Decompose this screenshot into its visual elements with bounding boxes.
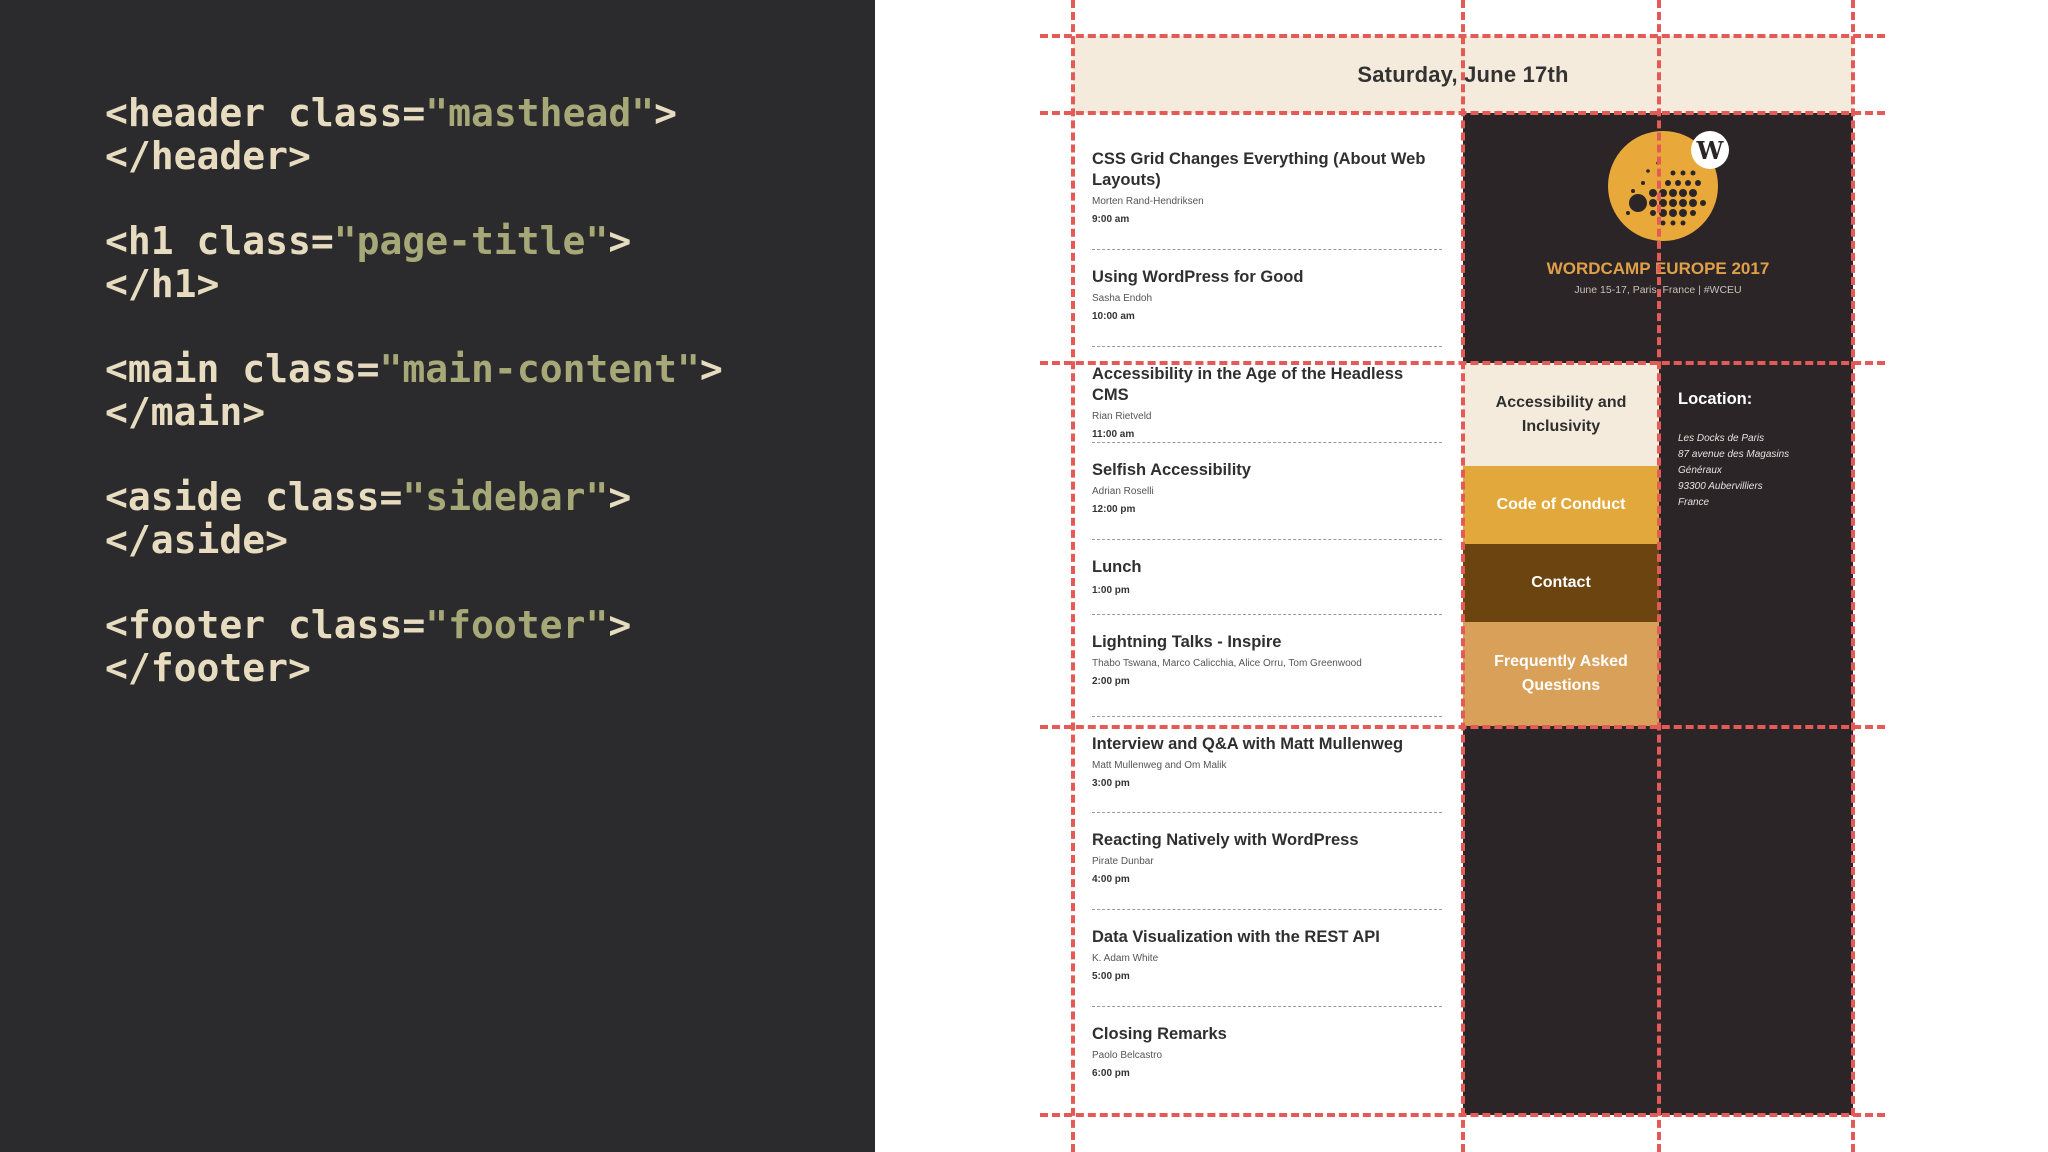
code-open-tag: <aside class="sidebar"> <box>105 475 632 519</box>
session-divider <box>1092 812 1442 813</box>
session-item[interactable]: Reacting Natively with WordPress Pirate … <box>1092 830 1442 885</box>
code-close-tag: </footer> <box>105 646 311 690</box>
session-time: 5:00 pm <box>1092 971 1130 982</box>
session-speaker: Thabo Tswana, Marco Calicchia, Alice Orr… <box>1092 658 1362 669</box>
code-group-main: <main class="main-content"> </main> <box>105 348 723 434</box>
location-line: 87 avenue des Magasins <box>1678 449 1790 460</box>
session-time: 2:00 pm <box>1092 676 1130 687</box>
session-divider <box>1092 716 1442 717</box>
session-title: Using WordPress for Good <box>1092 268 1304 286</box>
session-speaker: Matt Mullenweg and Om Malik <box>1092 760 1227 771</box>
session-time: 10:00 am <box>1092 311 1135 322</box>
session-divider <box>1092 1006 1442 1007</box>
nav-accessibility[interactable]: Accessibility and Inclusivity <box>1463 363 1659 466</box>
grid-line-vertical <box>1461 0 1465 1152</box>
session-time: 1:00 pm <box>1092 585 1130 596</box>
session-speaker: Paolo Belcastro <box>1092 1050 1163 1061</box>
code-panel: <header class="masthead"> </header> <h1 … <box>0 0 875 1152</box>
code-close-tag: </main> <box>105 390 266 434</box>
session-speaker: Rian Rietveld <box>1092 411 1152 422</box>
nav-code-of-conduct[interactable]: Code of Conduct <box>1463 466 1659 544</box>
session-time: 11:00 am <box>1092 429 1135 440</box>
location-title: Location: <box>1678 390 1753 408</box>
session-title: Lunch <box>1092 558 1142 576</box>
grid-line-vertical <box>1657 0 1661 1152</box>
nav-label: Frequently Asked Questions <box>1494 653 1628 694</box>
grid-line-vertical <box>1071 0 1075 1152</box>
main-content: CSS Grid Changes Everything (About Web L… <box>1073 113 1463 1115</box>
code-group-h1: <h1 class="page-title"> </h1> <box>105 220 723 306</box>
session-title: Selfish Accessibility <box>1092 461 1251 479</box>
session-item[interactable]: Using WordPress for Good Sasha Endoh 10:… <box>1092 267 1442 322</box>
session-title: Closing Remarks <box>1092 1025 1227 1043</box>
session-title: Accessibility in the Age of the Headless… <box>1092 365 1404 404</box>
session-divider <box>1092 909 1442 910</box>
grid-line-vertical <box>1851 0 1855 1152</box>
nav-label: Contact <box>1531 574 1591 591</box>
nav-faq[interactable]: Frequently Asked Questions <box>1463 622 1659 726</box>
session-title: Lightning Talks - Inspire <box>1092 633 1282 651</box>
code-close-tag: </aside> <box>105 518 289 562</box>
session-time: 3:00 pm <box>1092 778 1130 789</box>
session-time: 4:00 pm <box>1092 874 1130 885</box>
session-speaker: Sasha Endoh <box>1092 293 1153 304</box>
location-line: Généraux <box>1678 465 1722 476</box>
session-title: Interview and Q&A with Matt Mullenweg <box>1092 735 1404 753</box>
session-speaker: K. Adam White <box>1092 953 1159 964</box>
location-line: 93300 Aubervilliers <box>1678 481 1763 492</box>
session-title: CSS Grid Changes Everything (About Web L… <box>1092 150 1426 189</box>
session-time: 6:00 pm <box>1092 1068 1130 1079</box>
session-time: 12:00 pm <box>1092 504 1136 515</box>
session-divider <box>1092 442 1442 443</box>
session-speaker: Morten Rand-Hendriksen <box>1092 196 1204 207</box>
location-line: France <box>1678 497 1710 508</box>
session-divider <box>1092 614 1442 615</box>
session-item[interactable]: CSS Grid Changes Everything (About Web L… <box>1092 149 1442 225</box>
code-block: <header class="masthead"> </header> <h1 … <box>105 92 723 732</box>
location-block: Location: Les Docks de Paris 87 avenue d… <box>1678 390 1838 511</box>
code-group-aside: <aside class="sidebar"> </aside> <box>105 476 723 562</box>
code-open-tag: <footer class="footer"> <box>105 603 632 647</box>
session-item[interactable]: Data Visualization with the REST API K. … <box>1092 927 1442 982</box>
session-title: Reacting Natively with WordPress <box>1092 831 1359 849</box>
location-line: Les Docks de Paris <box>1678 433 1765 444</box>
code-open-tag: <header class="masthead"> <box>105 91 677 135</box>
session-divider <box>1092 346 1442 347</box>
code-close-tag: </h1> <box>105 262 220 306</box>
code-group-header: <header class="masthead"> </header> <box>105 92 723 178</box>
session-item[interactable]: Lightning Talks - Inspire Thabo Tswana, … <box>1092 632 1442 687</box>
session-item[interactable]: Interview and Q&A with Matt Mullenweg Ma… <box>1092 734 1442 789</box>
nav-contact[interactable]: Contact <box>1463 544 1659 622</box>
session-divider <box>1092 249 1442 250</box>
session-time: 9:00 am <box>1092 214 1130 225</box>
session-item[interactable]: Closing Remarks Paolo Belcastro 6:00 pm <box>1092 1024 1442 1079</box>
code-open-tag: <main class="main-content"> <box>105 347 723 391</box>
session-speaker: Adrian Roselli <box>1092 486 1154 497</box>
session-divider <box>1092 539 1442 540</box>
code-close-tag: </header> <box>105 134 311 178</box>
nav-label: Code of Conduct <box>1496 496 1626 513</box>
nav-label: Accessibility and Inclusivity <box>1495 393 1627 435</box>
code-group-footer: <footer class="footer"> </footer> <box>105 604 723 690</box>
session-title: Data Visualization with the REST API <box>1092 928 1380 946</box>
wordpress-icon: W <box>1691 131 1729 169</box>
code-open-tag: <h1 class="page-title"> <box>105 219 632 263</box>
session-item[interactable]: Lunch 1:00 pm <box>1092 557 1442 596</box>
session-item[interactable]: Selfish Accessibility Adrian Roselli 12:… <box>1092 460 1442 515</box>
session-speaker: Pirate Dunbar <box>1092 856 1154 867</box>
session-item[interactable]: Accessibility in the Age of the Headless… <box>1092 364 1442 440</box>
